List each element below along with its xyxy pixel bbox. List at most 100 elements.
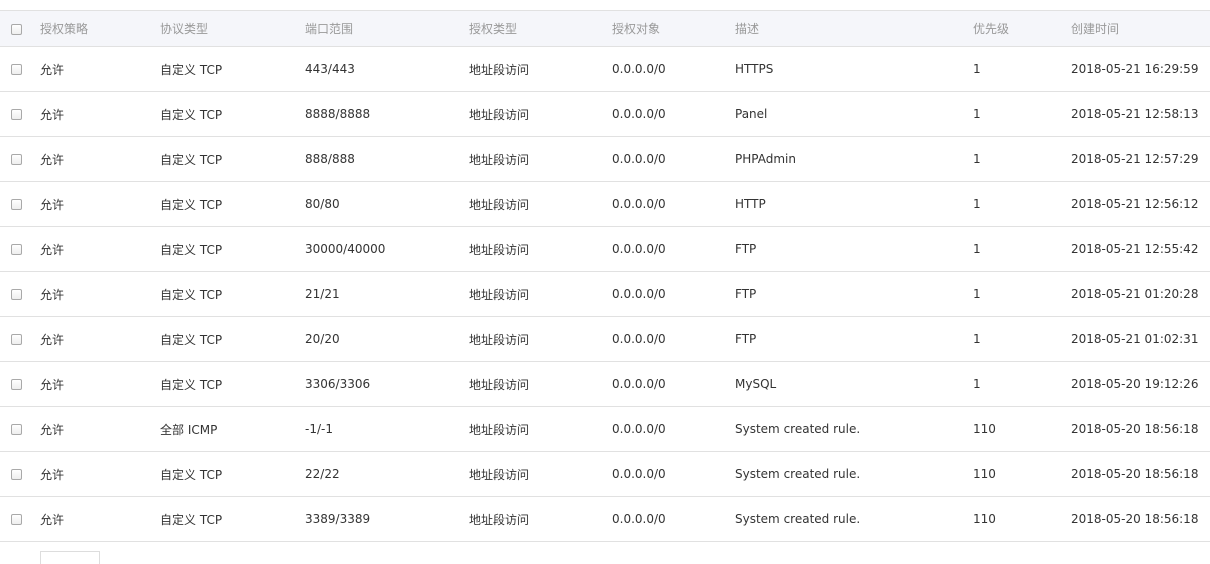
- cell-port-range: 20/20: [305, 332, 340, 346]
- cell-created: 2018-05-21 12:55:42: [1071, 242, 1199, 256]
- cell-auth-type: 地址段访问: [469, 242, 530, 257]
- cell-auth-type: 地址段访问: [469, 152, 530, 167]
- table-row: 允许 全部 ICMP -1/-1 地址段访问 0.0.0.0/0 System …: [0, 407, 1210, 452]
- row-select-cell: [0, 182, 40, 227]
- cell-created: 2018-05-20 19:12:26: [1071, 377, 1199, 391]
- cell-auth-object: 0.0.0.0/0: [612, 152, 666, 166]
- cell-port-range: 443/443: [305, 62, 355, 76]
- header-description: 描述: [735, 10, 973, 47]
- cell-auth-object: 0.0.0.0/0: [612, 377, 666, 391]
- header-policy: 授权策略: [40, 10, 160, 47]
- cell-protocol: 自定义 TCP: [160, 62, 223, 77]
- cell-auth-object: 0.0.0.0/0: [612, 512, 666, 526]
- row-select-cell: [0, 92, 40, 137]
- cell-created: 2018-05-21 01:02:31: [1071, 332, 1199, 346]
- cell-auth-type: 地址段访问: [469, 377, 530, 392]
- cell-policy: 允许: [40, 467, 65, 482]
- row-checkbox[interactable]: [11, 199, 22, 210]
- row-checkbox[interactable]: [11, 424, 22, 435]
- table-row: 允许 自定义 TCP 22/22 地址段访问 0.0.0.0/0 System …: [0, 452, 1210, 497]
- cell-auth-type: 地址段访问: [469, 107, 530, 122]
- cell-created: 2018-05-20 18:56:18: [1071, 467, 1199, 481]
- cell-protocol: 自定义 TCP: [160, 242, 223, 257]
- cell-created: 2018-05-21 12:58:13: [1071, 107, 1199, 121]
- security-rules-table: 授权策略 协议类型 端口范围 授权类型 授权对象 描述 优先级 创建时间 允许 …: [0, 10, 1210, 542]
- row-select-cell: [0, 497, 40, 542]
- table-row: 允许 自定义 TCP 443/443 地址段访问 0.0.0.0/0 HTTPS…: [0, 47, 1210, 92]
- row-checkbox[interactable]: [11, 514, 22, 525]
- row-checkbox[interactable]: [11, 109, 22, 120]
- cell-created: 2018-05-21 12:56:12: [1071, 197, 1199, 211]
- table-row: 允许 自定义 TCP 80/80 地址段访问 0.0.0.0/0 HTTP 1 …: [0, 182, 1210, 227]
- row-checkbox[interactable]: [11, 154, 22, 165]
- cell-created: 2018-05-21 12:57:29: [1071, 152, 1199, 166]
- cell-auth-object: 0.0.0.0/0: [612, 332, 666, 346]
- cell-priority: 1: [973, 287, 981, 301]
- row-checkbox[interactable]: [11, 334, 22, 345]
- cell-auth-object: 0.0.0.0/0: [612, 197, 666, 211]
- table-row: 允许 自定义 TCP 3306/3306 地址段访问 0.0.0.0/0 MyS…: [0, 362, 1210, 407]
- cell-description: Panel: [735, 107, 768, 121]
- cell-priority: 110: [973, 512, 996, 526]
- cell-policy: 允许: [40, 512, 65, 527]
- cell-description: FTP: [735, 332, 757, 346]
- cell-policy: 允许: [40, 107, 65, 122]
- cell-port-range: 8888/8888: [305, 107, 371, 121]
- cell-description: HTTPS: [735, 62, 774, 76]
- row-select-cell: [0, 227, 40, 272]
- cell-policy: 允许: [40, 287, 65, 302]
- row-select-cell: [0, 362, 40, 407]
- cell-protocol: 自定义 TCP: [160, 512, 223, 527]
- cell-auth-type: 地址段访问: [469, 332, 530, 347]
- cell-description: System created rule.: [735, 467, 861, 481]
- row-select-cell: [0, 407, 40, 452]
- cell-policy: 允许: [40, 152, 65, 167]
- select-all-cell: [0, 10, 40, 47]
- row-checkbox[interactable]: [11, 244, 22, 255]
- header-priority: 优先级: [973, 10, 1071, 47]
- row-checkbox[interactable]: [11, 64, 22, 75]
- cell-priority: 1: [973, 62, 981, 76]
- cell-port-range: 80/80: [305, 197, 340, 211]
- cell-policy: 允许: [40, 377, 65, 392]
- cell-policy: 允许: [40, 62, 65, 77]
- table-header-row: 授权策略 协议类型 端口范围 授权类型 授权对象 描述 优先级 创建时间: [0, 10, 1210, 47]
- bottom-action-button[interactable]: [40, 551, 100, 564]
- row-select-cell: [0, 47, 40, 92]
- row-checkbox[interactable]: [11, 379, 22, 390]
- row-select-cell: [0, 272, 40, 317]
- row-select-cell: [0, 317, 40, 362]
- row-checkbox[interactable]: [11, 289, 22, 300]
- cell-auth-type: 地址段访问: [469, 422, 530, 437]
- table-row: 允许 自定义 TCP 888/888 地址段访问 0.0.0.0/0 PHPAd…: [0, 137, 1210, 182]
- cell-priority: 1: [973, 107, 981, 121]
- cell-priority: 1: [973, 152, 981, 166]
- table-row: 允许 自定义 TCP 30000/40000 地址段访问 0.0.0.0/0 F…: [0, 227, 1210, 272]
- cell-created: 2018-05-21 01:20:28: [1071, 287, 1199, 301]
- cell-priority: 110: [973, 467, 996, 481]
- cell-port-range: 888/888: [305, 152, 355, 166]
- row-checkbox[interactable]: [11, 469, 22, 480]
- security-rules-table-container: 授权策略 协议类型 端口范围 授权类型 授权对象 描述 优先级 创建时间 允许 …: [0, 10, 1210, 542]
- header-protocol: 协议类型: [160, 10, 305, 47]
- cell-policy: 允许: [40, 197, 65, 212]
- cell-description: System created rule.: [735, 422, 861, 436]
- select-all-checkbox[interactable]: [11, 23, 22, 35]
- table-row: 允许 自定义 TCP 8888/8888 地址段访问 0.0.0.0/0 Pan…: [0, 92, 1210, 137]
- header-auth-object: 授权对象: [612, 10, 735, 47]
- cell-created: 2018-05-20 18:56:18: [1071, 512, 1199, 526]
- cell-port-range: 3306/3306: [305, 377, 371, 391]
- cell-created: 2018-05-21 16:29:59: [1071, 62, 1199, 76]
- cell-protocol: 自定义 TCP: [160, 467, 223, 482]
- cell-auth-type: 地址段访问: [469, 287, 530, 302]
- cell-protocol: 自定义 TCP: [160, 332, 223, 347]
- cell-policy: 允许: [40, 332, 65, 347]
- cell-description: FTP: [735, 242, 757, 256]
- cell-port-range: 22/22: [305, 467, 340, 481]
- cell-description: PHPAdmin: [735, 152, 796, 166]
- cell-auth-object: 0.0.0.0/0: [612, 107, 666, 121]
- cell-auth-object: 0.0.0.0/0: [612, 422, 666, 436]
- cell-protocol: 自定义 TCP: [160, 152, 223, 167]
- cell-protocol: 自定义 TCP: [160, 377, 223, 392]
- cell-auth-object: 0.0.0.0/0: [612, 242, 666, 256]
